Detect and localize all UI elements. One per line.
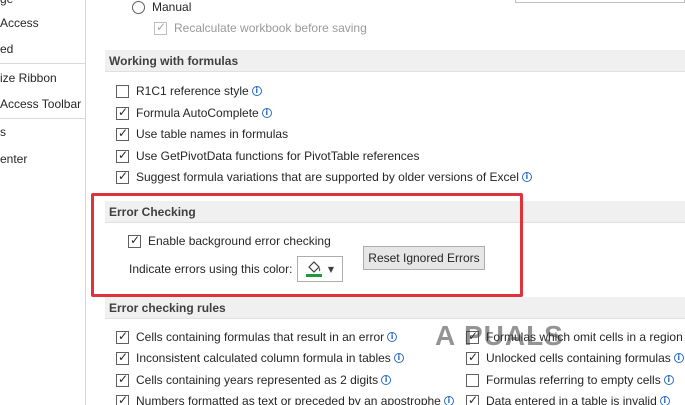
recalc-before-save-row: Recalculate workbook before saving (154, 20, 367, 35)
appuals-watermark: A PUALS (435, 320, 564, 351)
sidebar-item-trust-center[interactable]: enter (0, 152, 27, 166)
rule-checkbox[interactable] (466, 373, 479, 387)
rule-row[interactable]: Data entered in a table is invalid i (466, 393, 670, 405)
info-icon[interactable]: i (659, 396, 670, 405)
sidebar-item-customize-ribbon[interactable]: ize Ribbon (0, 71, 57, 85)
table-names-label: Use table names in formulas (136, 127, 289, 141)
sidebar-divider (0, 118, 86, 119)
rule-row[interactable]: Cells containing formulas that result in… (116, 329, 398, 344)
rule-checkbox[interactable] (466, 350, 479, 365)
rule-checkbox[interactable] (116, 393, 129, 405)
sidebar-item-advanced[interactable]: ed (0, 42, 13, 56)
formula-variations-row[interactable]: Suggest formula variations that are supp… (116, 169, 532, 184)
rule-row[interactable]: Inconsistent calculated column formula i… (116, 350, 404, 365)
recalc-before-save-label: Recalculate workbook before saving (174, 21, 367, 35)
sidebar-divider (0, 63, 86, 64)
manual-calc-radio-row[interactable]: Manual (132, 0, 191, 14)
section-header-error-rules: Error checking rules (105, 297, 685, 319)
rule-label: Formulas referring to empty cells (486, 373, 661, 387)
rule-row[interactable]: Formulas referring to empty cells i (466, 373, 674, 387)
table-names-row[interactable]: Use table names in formulas (116, 126, 289, 141)
formula-autocomplete-label: Formula AutoComplete (136, 106, 259, 120)
rule-checkbox[interactable] (116, 350, 129, 365)
r1c1-checkbox[interactable] (116, 84, 129, 98)
formula-variations-label: Suggest formula variations that are supp… (136, 170, 519, 184)
getpivotdata-checkbox[interactable] (116, 148, 129, 163)
sidebar-item-language[interactable]: ge (0, 0, 13, 6)
error-checking-highlight-box (91, 193, 523, 297)
rule-label: Cells containing years represented as 2 … (136, 373, 379, 387)
info-icon[interactable]: i (381, 375, 392, 385)
section-header-formulas: Working with formulas (105, 50, 685, 72)
rule-label: Numbers formatted as text or preceded by… (136, 394, 441, 405)
rule-row[interactable]: Unlocked cells containing formulas i (466, 350, 684, 365)
info-icon[interactable]: i (673, 353, 684, 363)
r1c1-row[interactable]: R1C1 reference style i (116, 84, 262, 98)
table-names-checkbox[interactable] (116, 126, 129, 141)
info-icon[interactable]: i (663, 375, 674, 385)
info-icon[interactable]: i (443, 396, 454, 405)
info-icon[interactable]: i (393, 353, 404, 363)
rule-checkbox[interactable] (116, 329, 129, 344)
getpivotdata-row[interactable]: Use GetPivotData functions for PivotTabl… (116, 148, 420, 163)
options-sidebar: ge Access ed ize Ribbon Access Toolbar s… (0, 0, 86, 405)
rule-checkbox[interactable] (116, 372, 129, 387)
manual-label: Manual (152, 0, 192, 14)
recalc-before-save-checkbox (154, 20, 167, 35)
info-icon[interactable]: i (387, 332, 398, 342)
sidebar-item-add-ins[interactable]: s (0, 125, 6, 139)
sidebar-item-quick-access-toolbar[interactable]: Access Toolbar (0, 97, 81, 111)
info-icon[interactable]: i (521, 172, 532, 182)
sidebar-item-ease-of-access[interactable]: Access (0, 16, 39, 30)
formula-autocomplete-checkbox[interactable] (116, 105, 129, 120)
rule-row[interactable]: Cells containing years represented as 2 … (116, 372, 392, 387)
manual-radio[interactable] (132, 0, 145, 14)
info-icon[interactable]: i (261, 108, 272, 118)
rule-label: Inconsistent calculated column formula i… (136, 351, 391, 365)
rule-label: Cells containing formulas that result in… (136, 330, 385, 344)
formula-autocomplete-row[interactable]: Formula AutoComplete i (116, 105, 272, 120)
rule-label: Data entered in a table is invalid (486, 394, 657, 405)
rule-checkbox[interactable] (466, 393, 479, 405)
info-icon[interactable]: i (251, 86, 262, 96)
formula-variations-checkbox[interactable] (116, 169, 129, 184)
rule-row[interactable]: Numbers formatted as text or preceded by… (116, 393, 454, 405)
rule-label: Unlocked cells containing formulas (486, 351, 671, 365)
getpivotdata-label: Use GetPivotData functions for PivotTabl… (136, 149, 420, 163)
r1c1-label: R1C1 reference style (136, 84, 249, 98)
